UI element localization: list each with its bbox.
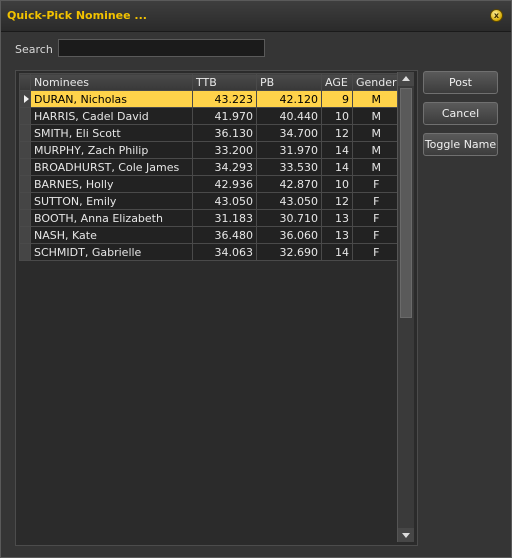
scroll-down-icon[interactable] [398,528,414,542]
post-button[interactable]: Post [423,71,498,94]
cell-name[interactable]: SMITH, Eli Scott [30,124,193,142]
cell-ttb[interactable]: 36.480 [192,226,257,244]
cell-age[interactable]: 10 [321,175,353,193]
cell-gender[interactable]: F [352,226,401,244]
vertical-scrollbar[interactable] [397,72,414,542]
row-selector[interactable] [19,192,31,210]
cell-name[interactable]: BARNES, Holly [30,175,193,193]
cell-gender[interactable]: F [352,209,401,227]
column-header-age[interactable]: AGE [321,73,353,91]
window-title: Quick-Pick Nominee ... [7,9,147,22]
column-header-ttb[interactable]: TTB [192,73,257,91]
cell-name[interactable]: MURPHY, Zach Philip [30,141,193,159]
column-header-pb[interactable]: PB [256,73,322,91]
table-header-row: Nominees TTB PB AGE Gender [19,73,401,91]
row-selector[interactable] [19,107,31,125]
cell-name[interactable]: NASH, Kate [30,226,193,244]
cell-age[interactable]: 13 [321,209,353,227]
title-bar[interactable]: Quick-Pick Nominee ... x [1,1,511,32]
table-body: DURAN, Nicholas 43.223 42.120 9 M HARRIS, Cad… [19,90,401,261]
cell-ttb[interactable]: 43.050 [192,192,257,210]
table-row[interactable]: SUTTON, Emily 43.050 43.050 12 F [19,192,401,210]
row-selector[interactable] [19,90,31,108]
row-selector[interactable] [19,243,31,261]
cell-pb[interactable]: 43.050 [256,192,322,210]
row-selector[interactable] [19,141,31,159]
cell-gender[interactable]: F [352,243,401,261]
cell-ttb[interactable]: 31.183 [192,209,257,227]
cell-name[interactable]: SCHMIDT, Gabrielle [30,243,193,261]
quick-pick-nominee-dialog: Quick-Pick Nominee ... x Search Nominees… [0,0,512,558]
cell-ttb[interactable]: 41.970 [192,107,257,125]
cell-gender[interactable]: M [352,141,401,159]
column-header-gender[interactable]: Gender [352,73,401,91]
search-label: Search [15,43,53,56]
cell-name[interactable]: DURAN, Nicholas [30,90,193,108]
table-row[interactable]: DURAN, Nicholas 43.223 42.120 9 M [19,90,401,108]
search-input[interactable] [58,39,265,57]
cell-pb[interactable]: 40.440 [256,107,322,125]
cell-gender[interactable]: M [352,158,401,176]
row-selector[interactable] [19,158,31,176]
table-row[interactable]: BARNES, Holly 42.936 42.870 10 F [19,175,401,193]
cancel-button[interactable]: Cancel [423,102,498,125]
table-row[interactable]: SCHMIDT, Gabrielle 34.063 32.690 14 F [19,243,401,261]
cell-pb[interactable]: 36.060 [256,226,322,244]
cell-age[interactable]: 12 [321,124,353,142]
table-row[interactable]: HARRIS, Cadel David 41.970 40.440 10 M [19,107,401,125]
current-row-arrow-icon [24,95,29,103]
toggle-name-button[interactable]: Toggle Name [423,133,498,156]
cell-name[interactable]: BOOTH, Anna Elizabeth [30,209,193,227]
row-selector[interactable] [19,175,31,193]
row-selector-header [19,73,31,91]
scroll-thumb[interactable] [400,88,412,318]
cell-ttb[interactable]: 34.293 [192,158,257,176]
cell-name[interactable]: HARRIS, Cadel David [30,107,193,125]
cell-pb[interactable]: 34.700 [256,124,322,142]
cell-age[interactable]: 10 [321,107,353,125]
cell-gender[interactable]: M [352,107,401,125]
cell-age[interactable]: 12 [321,192,353,210]
table-row[interactable]: SMITH, Eli Scott 36.130 34.700 12 M [19,124,401,142]
cell-gender[interactable]: F [352,192,401,210]
table-row[interactable]: BOOTH, Anna Elizabeth 31.183 30.710 13 F [19,209,401,227]
cell-name[interactable]: SUTTON, Emily [30,192,193,210]
table-row[interactable]: MURPHY, Zach Philip 33.200 31.970 14 M [19,141,401,159]
column-header-nominees[interactable]: Nominees [30,73,193,91]
nominees-table: Nominees TTB PB AGE Gender DURAN, Nichol… [19,73,401,261]
cell-gender[interactable]: M [352,90,401,108]
cell-ttb[interactable]: 36.130 [192,124,257,142]
cell-gender[interactable]: M [352,124,401,142]
row-selector[interactable] [19,226,31,244]
cell-gender[interactable]: F [352,175,401,193]
cell-name[interactable]: BROADHURST, Cole James [30,158,193,176]
cell-pb[interactable]: 30.710 [256,209,322,227]
cell-ttb[interactable]: 43.223 [192,90,257,108]
cell-age[interactable]: 14 [321,158,353,176]
cell-age[interactable]: 9 [321,90,353,108]
cell-age[interactable]: 13 [321,226,353,244]
cell-age[interactable]: 14 [321,141,353,159]
cell-pb[interactable]: 32.690 [256,243,322,261]
cell-ttb[interactable]: 34.063 [192,243,257,261]
cell-pb[interactable]: 33.530 [256,158,322,176]
row-selector[interactable] [19,124,31,142]
scroll-up-icon[interactable] [398,72,414,86]
table-row[interactable]: BROADHURST, Cole James 34.293 33.530 14 M [19,158,401,176]
cell-age[interactable]: 14 [321,243,353,261]
close-icon[interactable]: x [490,9,503,22]
table-row[interactable]: NASH, Kate 36.480 36.060 13 F [19,226,401,244]
cell-pb[interactable]: 42.870 [256,175,322,193]
cell-ttb[interactable]: 33.200 [192,141,257,159]
nominees-grid: Nominees TTB PB AGE Gender DURAN, Nichol… [15,70,418,546]
row-selector[interactable] [19,209,31,227]
cell-pb[interactable]: 42.120 [256,90,322,108]
cell-ttb[interactable]: 42.936 [192,175,257,193]
cell-pb[interactable]: 31.970 [256,141,322,159]
